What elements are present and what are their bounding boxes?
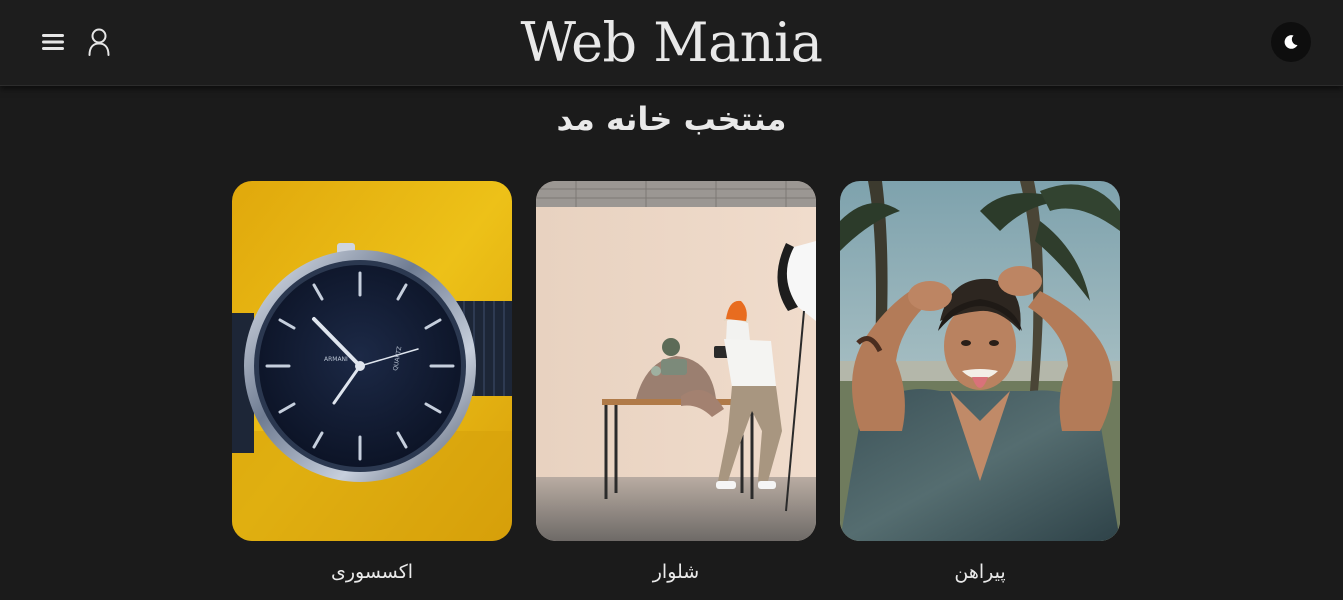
- studio-image[interactable]: [536, 181, 816, 541]
- category-card-accessory[interactable]: ARMANI QUARTZ اکسسوری: [232, 181, 512, 583]
- category-label[interactable]: پیراهن: [840, 559, 1120, 585]
- site-header: Web Mania: [0, 0, 1343, 86]
- theme-toggle-button[interactable]: [1271, 22, 1311, 62]
- moon-icon: [1284, 35, 1298, 49]
- category-card-shirt[interactable]: پیراهن: [840, 181, 1120, 583]
- site-logo[interactable]: Web Mania: [0, 8, 1343, 78]
- shirt-model-image[interactable]: [840, 181, 1120, 541]
- category-card-pants[interactable]: شلوار: [536, 181, 816, 583]
- svg-text:ARMANI: ARMANI: [324, 356, 348, 363]
- watch-image[interactable]: ARMANI QUARTZ: [232, 181, 512, 541]
- category-label[interactable]: شلوار: [536, 559, 816, 585]
- category-label[interactable]: اکسسوری: [232, 559, 512, 585]
- section-title: منتخب خانه مد: [556, 100, 787, 138]
